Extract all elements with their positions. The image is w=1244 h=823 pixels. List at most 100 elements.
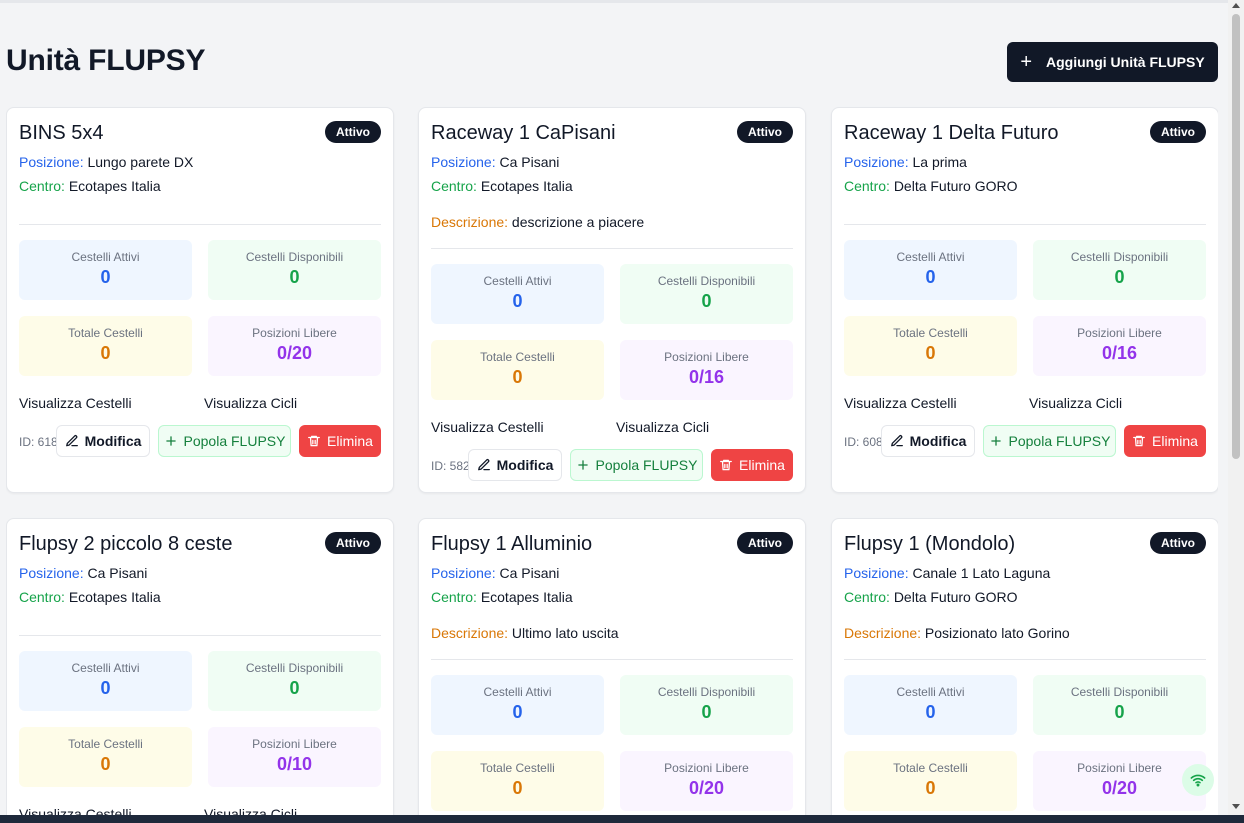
scroll-thumb[interactable]: [1232, 14, 1240, 459]
stat-label: Totale Cestelli: [893, 326, 968, 340]
centro-label: Centro:: [431, 589, 477, 605]
stat-label: Totale Cestelli: [893, 761, 968, 775]
scrollbar[interactable]: [1228, 0, 1244, 815]
stat-value: 0: [100, 678, 111, 698]
populate-flupsy-button[interactable]: Popola FLUPSY: [158, 425, 291, 457]
stat-value: 0: [512, 702, 523, 722]
stat-posizioni-libere: Posizioni Libere 0/16: [620, 340, 793, 400]
stat-value: 0: [701, 291, 712, 311]
wifi-icon: [1190, 774, 1206, 787]
status-badge: Attivo: [325, 532, 381, 554]
card-footer: ID: 618 Modifica Popola FLUPSY Elimina: [19, 425, 381, 457]
stat-value: 0: [512, 291, 523, 311]
centro-label: Centro:: [844, 589, 890, 605]
stat-value: 0: [100, 267, 111, 287]
delete-button-label: Elimina: [1152, 433, 1198, 449]
stat-label: Totale Cestelli: [68, 326, 143, 340]
card-id: ID: 608: [844, 435, 883, 449]
visualizza-cestelli-link[interactable]: Visualizza Cestelli: [844, 395, 957, 411]
card-id: ID: 618: [19, 435, 58, 449]
scroll-up-icon[interactable]: [1232, 3, 1240, 8]
stat-totale-cestelli: Totale Cestelli 0: [19, 727, 192, 787]
posizione-label: Posizione:: [844, 565, 909, 581]
populate-button-label: Popola FLUPSY: [1008, 433, 1111, 449]
edit-button[interactable]: Modifica: [468, 449, 562, 481]
stat-value: 0/20: [688, 778, 725, 798]
delete-button-label: Elimina: [739, 457, 785, 473]
stat-cestelli-attivi: Cestelli Attivi 0: [19, 651, 192, 711]
scroll-down-icon[interactable]: [1232, 804, 1240, 809]
flupsy-card: Flupsy 1 Alluminio Attivo Posizione: Ca Pi…: [418, 518, 806, 815]
centro-value: Ecotapes Italia: [68, 178, 161, 194]
trash-icon: [719, 458, 733, 472]
stat-cestelli-disponibili: Cestelli Disponibili 0: [208, 240, 381, 300]
stat-cestelli-disponibili: Cestelli Disponibili 0: [620, 264, 793, 324]
populate-flupsy-button[interactable]: Popola FLUPSY: [570, 449, 703, 481]
stat-value: 0: [925, 343, 936, 363]
flupsy-card: Flupsy 2 piccolo 8 ceste Attivo Posizione:…: [6, 518, 394, 815]
stat-label: Posizioni Libere: [1077, 326, 1162, 340]
stat-posizioni-libere: Posizioni Libere 0/20: [1033, 751, 1206, 811]
status-badge: Attivo: [1150, 121, 1206, 143]
stat-cestelli-attivi: Cestelli Attivi 0: [431, 675, 604, 735]
stat-label: Cestelli Attivi: [71, 661, 140, 675]
stat-label: Posizioni Libere: [252, 326, 337, 340]
plus-icon: [576, 458, 590, 472]
add-flupsy-button[interactable]: + Aggiungi Unità FLUPSY: [1007, 42, 1218, 82]
centro-value: Delta Futuro GORO: [893, 178, 1018, 194]
edit-button-label: Modifica: [84, 433, 142, 449]
stat-label: Totale Cestelli: [480, 761, 555, 775]
stat-value: 0: [925, 702, 936, 722]
stat-label: Cestelli Disponibili: [657, 685, 756, 699]
visualizza-cicli-link[interactable]: Visualizza Cicli: [204, 395, 297, 411]
status-badge: Attivo: [737, 121, 793, 143]
populate-flupsy-button[interactable]: Popola FLUPSY: [983, 425, 1116, 457]
plus-icon: [164, 434, 178, 448]
bottom-bar: [0, 815, 1244, 823]
centro-value: Ecotapes Italia: [68, 589, 161, 605]
card-divider: [431, 248, 793, 249]
descrizione-label: Descrizione:: [431, 625, 509, 641]
stat-cestelli-attivi: Cestelli Attivi 0: [431, 264, 604, 324]
delete-button[interactable]: Elimina: [711, 449, 793, 481]
posizione-line: Posizione: Canale 1 Lato Laguna: [844, 565, 1050, 581]
centro-value: Ecotapes Italia: [480, 589, 573, 605]
edit-icon: [65, 434, 79, 448]
status-badge: Attivo: [1150, 532, 1206, 554]
stat-value: 0/10: [276, 754, 313, 774]
descrizione-line: Descrizione: Ultimo lato uscita: [431, 625, 619, 641]
posizione-line: Posizione: La prima: [844, 154, 967, 170]
stat-totale-cestelli: Totale Cestelli 0: [844, 316, 1017, 376]
edit-button-label: Modifica: [909, 433, 967, 449]
connection-status-button[interactable]: [1182, 764, 1214, 796]
stat-totale-cestelli: Totale Cestelli 0: [19, 316, 192, 376]
visualizza-cestelli-link[interactable]: Visualizza Cestelli: [19, 806, 132, 815]
flupsy-card: Flupsy 1 (Mondolo) Attivo Posizione: Canal…: [831, 518, 1218, 815]
status-badge: Attivo: [325, 121, 381, 143]
stat-value: 0: [100, 754, 111, 774]
edit-button[interactable]: Modifica: [56, 425, 150, 457]
stat-cestelli-attivi: Cestelli Attivi 0: [19, 240, 192, 300]
main-content: Unità FLUPSY + Aggiungi Unità FLUPSY BIN…: [6, 0, 1218, 815]
flupsy-card: Raceway 1 CaPisani Attivo Posizione: Ca Pi…: [418, 107, 806, 493]
page-title: Unità FLUPSY: [6, 44, 206, 77]
card-footer: ID: 582 Modifica Popola FLUPSY Elimina: [431, 449, 793, 481]
visualizza-cicli-link[interactable]: Visualizza Cicli: [204, 806, 297, 815]
posizione-label: Posizione:: [19, 565, 84, 581]
stat-value: 0: [1114, 267, 1125, 287]
delete-button[interactable]: Elimina: [299, 425, 381, 457]
stat-posizioni-libere: Posizioni Libere 0/10: [208, 727, 381, 787]
stat-value: 0: [512, 778, 523, 798]
posizione-value: Ca Pisani: [87, 565, 148, 581]
visualizza-cestelli-link[interactable]: Visualizza Cestelli: [431, 419, 544, 435]
stat-value: 0/20: [276, 343, 313, 363]
edit-button[interactable]: Modifica: [881, 425, 975, 457]
visualizza-cestelli-link[interactable]: Visualizza Cestelli: [19, 395, 132, 411]
centro-label: Centro:: [19, 589, 65, 605]
visualizza-cicli-link[interactable]: Visualizza Cicli: [1029, 395, 1122, 411]
visualizza-cicli-link[interactable]: Visualizza Cicli: [616, 419, 709, 435]
card-title: Raceway 1 Delta Futuro: [844, 122, 1059, 144]
plus-icon: [989, 434, 1003, 448]
delete-button[interactable]: Elimina: [1124, 425, 1206, 457]
stat-value: 0: [701, 702, 712, 722]
